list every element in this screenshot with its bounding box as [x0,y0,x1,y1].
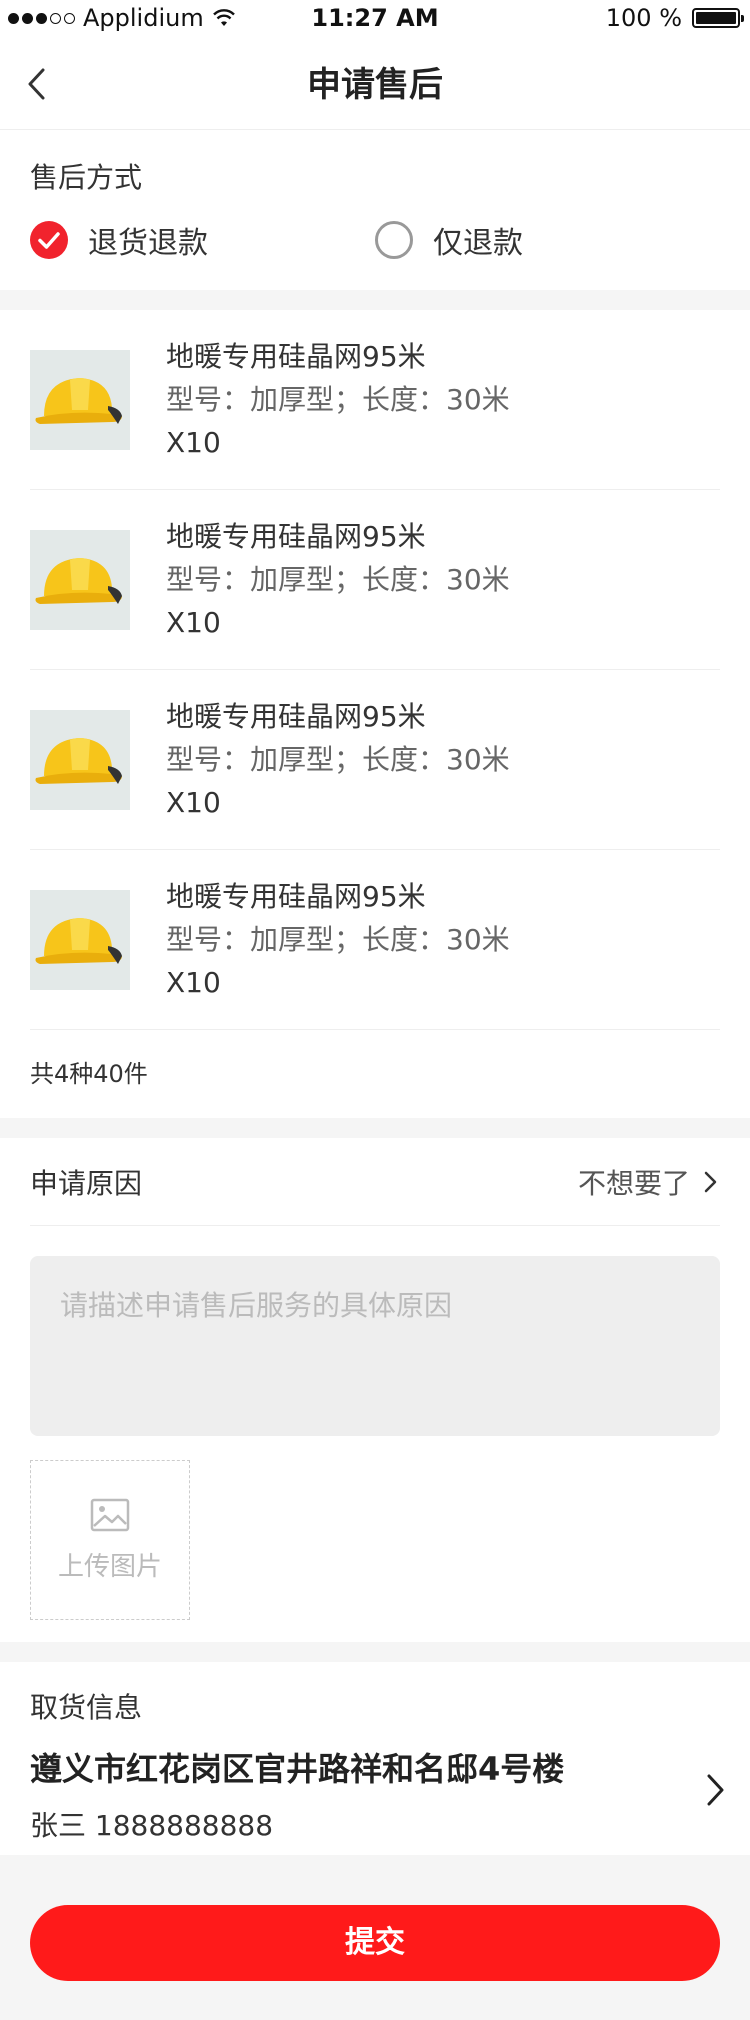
reason-select[interactable]: 不想要了 [578,1162,720,1202]
reason-value: 不想要了 [577,1166,690,1200]
reason-textarea-wrap [0,1226,750,1460]
yellow-helmet-image [30,349,130,450]
section-divider [0,1642,750,1662]
reason-section: 申请原因 不想要了 上传图片 [0,1138,750,1642]
product-section: 地暖专用硅晶网95米 型号：加厚型；长度：30米 X10 地暖专用硅晶网95米 … [0,310,750,1118]
yellow-helmet-image [30,529,130,630]
chevron-right-icon [704,1171,717,1192]
pickup-label: 取货信息 [30,1691,143,1724]
product-info: 地暖专用硅晶网95米 型号：加厚型；长度：30米 X10 [166,696,510,824]
product-qty: X10 [166,785,221,819]
reason-description-input[interactable] [30,1256,720,1436]
yellow-helmet-image [30,889,130,990]
product-name: 地暖专用硅晶网95米 [166,699,426,733]
method-options: 退货退款 仅退款 [30,218,720,262]
product-spec: 型号：加厚型；长度：30米 [166,922,510,956]
chevron-right-icon [707,1774,724,1806]
back-button[interactable] [18,64,58,104]
method-option-refund-only[interactable]: 仅退款 [375,218,720,262]
pickup-info-section[interactable]: 取货信息 遵义市红花岗区官井路祥和名邸4号楼 张三 1888888888 [0,1662,750,1862]
method-option-label: 仅退款 [433,226,523,261]
radio-checked-icon [30,221,68,259]
pickup-address: 遵义市红花岗区官井路祥和名邸4号楼 [30,1750,565,1788]
chevron-left-icon [28,68,45,100]
product-info: 地暖专用硅晶网95米 型号：加厚型；长度：30米 X10 [166,516,510,644]
nav-bar: 申请售后 [0,40,750,130]
product-info: 地暖专用硅晶网95米 型号：加厚型；长度：30米 X10 [166,876,510,1004]
submit-area: 提交 [0,1855,750,2020]
product-item[interactable]: 地暖专用硅晶网95米 型号：加厚型；长度：30米 X10 [30,490,720,670]
after-sale-method-section: 售后方式 退货退款 仅退款 [0,130,750,290]
section-divider [0,290,750,310]
page-title: 申请售后 [307,65,443,105]
product-item[interactable]: 地暖专用硅晶网95米 型号：加厚型；长度：30米 X10 [30,670,720,850]
product-name: 地暖专用硅晶网95米 [166,879,426,913]
product-qty: X10 [166,605,221,639]
product-spec: 型号：加厚型；长度：30米 [166,562,510,596]
reason-label: 申请原因 [30,1166,143,1200]
battery-icon [692,8,744,28]
product-list: 地暖专用硅晶网95米 型号：加厚型；长度：30米 X10 地暖专用硅晶网95米 … [0,310,750,1030]
status-right: 100 % [605,4,744,32]
battery-percent: 100 % [605,4,682,32]
submit-button[interactable]: 提交 [30,1905,720,1981]
upload-image-button[interactable]: 上传图片 [30,1460,190,1620]
product-qty: X10 [166,425,221,459]
product-name: 地暖专用硅晶网95米 [166,339,426,373]
radio-unchecked-icon [375,221,413,259]
product-spec: 型号：加厚型；长度：30米 [166,742,510,776]
upload-label: 上传图片 [57,1551,162,1582]
status-bar: Applidium 11:27 AM 100 % [0,0,750,40]
product-qty: X10 [166,965,221,999]
section-divider [0,1118,750,1138]
product-total: 共4种40件 [30,1060,148,1088]
product-item[interactable]: 地暖专用硅晶网95米 型号：加厚型；长度：30米 X10 [30,850,720,1030]
product-name: 地暖专用硅晶网95米 [166,519,426,553]
pickup-contact: 张三 1888888888 [30,1809,274,1842]
yellow-helmet-image [30,709,130,810]
product-item[interactable]: 地暖专用硅晶网95米 型号：加厚型；长度：30米 X10 [30,310,720,490]
method-option-label: 退货退款 [88,226,208,261]
image-icon [90,1498,130,1531]
reason-row: 申请原因 不想要了 [30,1138,720,1226]
method-option-return-refund[interactable]: 退货退款 [30,218,375,262]
upload-wrap: 上传图片 [0,1460,750,1642]
method-label: 售后方式 [30,161,143,194]
product-info: 地暖专用硅晶网95米 型号：加厚型；长度：30米 X10 [166,336,510,464]
product-spec: 型号：加厚型；长度：30米 [166,382,510,416]
